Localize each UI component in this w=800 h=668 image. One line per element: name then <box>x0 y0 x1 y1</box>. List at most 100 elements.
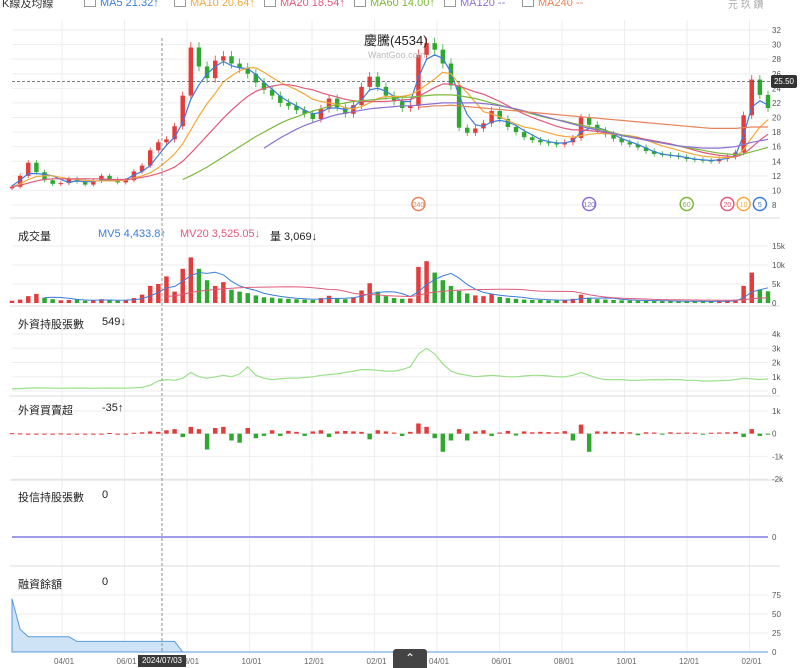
trust-holding-label: 投信持股張數 <box>18 492 84 504</box>
price-axis-tick: 22 <box>772 99 781 108</box>
net-bar <box>164 430 169 434</box>
price-axis-tick: 12 <box>772 172 781 181</box>
net-axis-tick: -1k <box>772 452 784 461</box>
candle <box>318 108 324 119</box>
price-axis-tick: 8 <box>772 201 777 210</box>
volume-bar <box>115 300 120 303</box>
stock-chart[interactable]: 04/01 06/01 08/01 10/01 12/01 02/01 04/01 06/01… <box>0 0 800 668</box>
net-bar <box>716 432 722 434</box>
net-bar <box>180 433 185 438</box>
volume-bar <box>204 280 210 303</box>
net-bar <box>245 428 250 434</box>
volume-bar <box>269 297 275 303</box>
net-axis-tick: -2k <box>772 475 784 484</box>
net-bar <box>489 433 494 436</box>
volume-bar <box>334 298 340 303</box>
volume-bar <box>261 297 267 303</box>
net-bar <box>627 432 633 434</box>
volume-bar <box>611 299 616 303</box>
net-bar <box>692 432 698 434</box>
volume-axis-tick: 10k <box>772 261 786 270</box>
volume-bar <box>82 300 88 303</box>
volume-bar <box>237 291 242 303</box>
net-bar <box>635 433 641 436</box>
trust-holding-value: 0 <box>102 489 109 501</box>
net-bar <box>586 433 592 452</box>
volume-bar <box>408 298 413 303</box>
net-bar <box>651 432 657 434</box>
volume-bar <box>66 299 72 303</box>
net-bar <box>708 432 714 434</box>
volume-bar <box>172 291 177 303</box>
net-bar <box>58 433 64 435</box>
candle <box>50 180 55 184</box>
net-bar <box>521 431 527 434</box>
volume-bar <box>530 299 535 303</box>
net-bar <box>538 431 543 434</box>
net-bar <box>99 433 104 435</box>
net-bar <box>603 431 608 434</box>
candle <box>334 98 340 108</box>
volume-bar <box>676 301 681 303</box>
net-bar <box>432 433 437 439</box>
net-bar <box>570 433 576 441</box>
net-bar <box>391 432 397 434</box>
volume-bar <box>513 298 519 303</box>
volume-bar <box>635 300 641 303</box>
candle <box>310 113 316 119</box>
scroll-up-button[interactable]: ⌃ <box>393 649 427 668</box>
net-bar <box>481 430 486 434</box>
net-bar <box>107 432 112 434</box>
candle <box>464 127 470 133</box>
volume-axis-tick: 5k <box>772 280 781 289</box>
candle <box>212 60 218 79</box>
volume-bar <box>253 295 259 303</box>
volume-bar <box>391 298 397 303</box>
volume-bar <box>627 300 633 303</box>
volume-bar <box>17 299 23 303</box>
net-bar <box>294 431 299 434</box>
candle <box>188 47 194 96</box>
x-tick-label: 10/01 <box>617 657 638 666</box>
net-bar <box>464 433 470 441</box>
net-bar <box>497 432 502 434</box>
net-bar <box>595 431 600 434</box>
net-bar <box>440 433 446 452</box>
candle <box>513 126 519 133</box>
volume-bar <box>302 299 307 303</box>
margin-axis-tick: 25 <box>772 629 781 638</box>
net-bar <box>318 430 324 434</box>
volume-bar <box>310 299 316 303</box>
net-bar <box>74 433 80 435</box>
net-bar <box>416 423 421 434</box>
candle <box>221 56 226 61</box>
net-bar <box>456 429 462 434</box>
ma-marker-label: 240 <box>413 202 425 209</box>
net-bar <box>139 432 145 434</box>
volume-bar <box>554 300 559 303</box>
net-bar <box>660 433 665 435</box>
volume-bar <box>9 300 15 303</box>
x-tick-label: 10/01 <box>242 657 263 666</box>
net-bar <box>359 431 364 434</box>
ma-marker-label: 10 <box>740 202 748 209</box>
price-axis-tick: 18 <box>772 128 781 137</box>
crosshair-date-tag: 2024/07/03 <box>138 655 186 667</box>
net-bar <box>676 432 681 434</box>
foreign-holding-line <box>11 347 769 390</box>
margin-axis-tick: 0 <box>772 648 777 657</box>
candle <box>34 162 39 173</box>
net-bar <box>383 431 389 434</box>
margin-value: 0 <box>102 576 109 588</box>
volume-bar <box>164 276 169 303</box>
candle <box>156 142 161 151</box>
volume-bar <box>131 298 137 303</box>
net-bar <box>530 432 535 434</box>
trust-axis-tick: 0 <box>772 533 777 542</box>
net-bar <box>50 433 55 435</box>
net-bar <box>619 432 624 434</box>
net-bar <box>367 433 372 440</box>
ma-line-ma20 <box>11 83 769 188</box>
net-bar <box>229 433 234 441</box>
volume-bar <box>432 272 437 303</box>
